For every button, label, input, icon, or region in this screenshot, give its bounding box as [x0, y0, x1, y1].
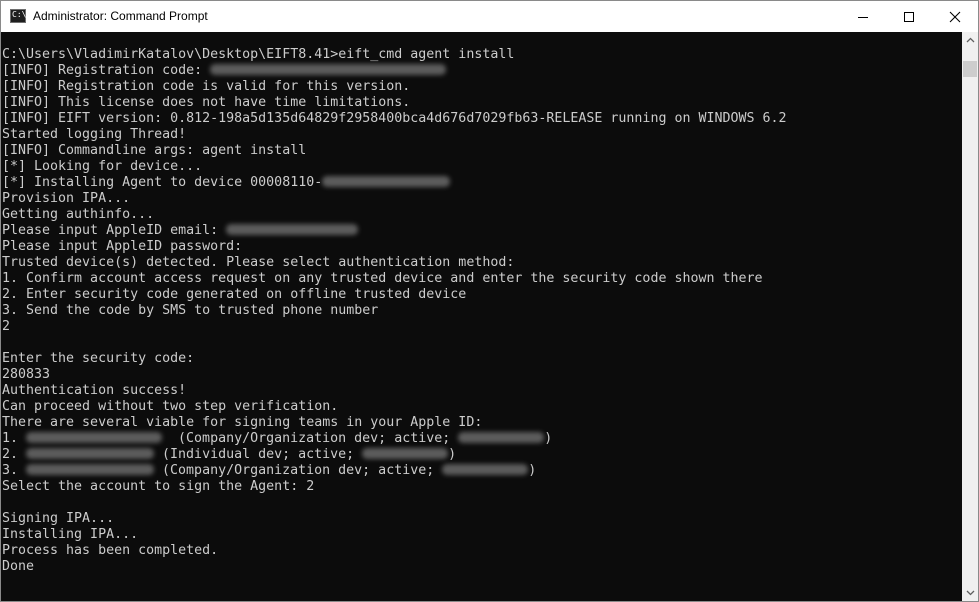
terminal-line: [INFO] Registration code:: [2, 63, 787, 79]
terminal-text: (Company/Organization dev; active;: [154, 463, 443, 478]
terminal-line: Enter the security code:: [2, 351, 787, 367]
terminal-line: Installing IPA...: [2, 527, 787, 543]
redacted-text: [226, 223, 359, 235]
terminal-line: There are several viable for signing tea…: [2, 415, 787, 431]
terminal-line: [*] Installing Agent to device 00008110-: [2, 175, 787, 191]
terminal-text: [INFO] Registration code is valid for th…: [2, 79, 411, 94]
terminal-line: Provision IPA...: [2, 191, 787, 207]
terminal-output: C:\Users\VladimirKatalov\Desktop\EIFT8.4…: [2, 47, 787, 575]
terminal-text: Authentication success!: [2, 383, 187, 398]
terminal-text: Installing IPA...: [2, 527, 139, 542]
terminal-text: Please input AppleID email:: [2, 223, 227, 238]
terminal-text: [INFO] Commandline args: agent install: [2, 143, 307, 158]
terminal-line: Started logging Thread!: [2, 127, 787, 143]
terminal-line: 3. (Company/Organization dev; active; ): [2, 463, 787, 479]
terminal-text: Please input AppleID password:: [2, 239, 243, 254]
terminal-line: Please input AppleID email:: [2, 223, 787, 239]
terminal-line: [*] Looking for device...: [2, 159, 787, 175]
terminal-text: ): [544, 431, 553, 446]
terminal-text: Started logging Thread!: [2, 127, 187, 142]
terminal-text: 2. Enter security code generated on offl…: [2, 287, 467, 302]
redacted-text: [458, 431, 545, 443]
terminal-text: 280833: [2, 367, 51, 382]
terminal-text: Signing IPA...: [2, 511, 115, 526]
redacted-text: [26, 463, 155, 475]
terminal-line: Trusted device(s) detected. Please selec…: [2, 255, 787, 271]
terminal-text: Enter the security code:: [2, 351, 195, 366]
terminal-text: 3. Send the code by SMS to trusted phone…: [2, 303, 379, 318]
chevron-up-icon: [966, 37, 974, 43]
terminal-line: 1. Confirm account access request on any…: [2, 271, 787, 287]
terminal-text: Provision IPA...: [2, 191, 131, 206]
terminal-text: [*] Looking for device...: [2, 159, 203, 174]
terminal-text: Select the account to sign the Agent: 2: [2, 479, 315, 494]
chevron-down-icon: [966, 590, 974, 596]
terminal-text: [INFO] EIFT version: 0.812-198a5d135d648…: [2, 111, 787, 126]
terminal-text: (Individual dev; active;: [154, 447, 363, 462]
terminal-line: Process has been completed.: [2, 543, 787, 559]
terminal-line: 2: [2, 319, 787, 335]
window-title: Administrator: Command Prompt: [33, 9, 208, 23]
terminal-line: 2. (Individual dev; active; ): [2, 447, 787, 463]
terminal-line: [INFO] Commandline args: agent install: [2, 143, 787, 159]
terminal-line: Authentication success!: [2, 383, 787, 399]
terminal-text: There are several viable for signing tea…: [2, 415, 483, 430]
terminal-line: Select the account to sign the Agent: 2: [2, 479, 787, 495]
close-icon: [949, 11, 961, 22]
terminal-line: Can proceed without two step verificatio…: [2, 399, 787, 415]
terminal-line: [INFO] Registration code is valid for th…: [2, 79, 787, 95]
scroll-down-button[interactable]: [962, 585, 978, 601]
maximize-icon: [904, 11, 914, 22]
terminal-text: (Company/Organization dev; active;: [162, 431, 459, 446]
terminal-line: 1. (Company/Organization dev; active; ): [2, 431, 787, 447]
command-prompt-window: C:\ Administrator: Command Prompt C:\Use…: [0, 0, 979, 602]
terminal-text: Done: [2, 559, 35, 574]
terminal-text: [INFO] This license does not have time l…: [2, 95, 411, 110]
terminal-text: 1.: [2, 431, 27, 446]
terminal-line: 3. Send the code by SMS to trusted phone…: [2, 303, 787, 319]
terminal-line: [INFO] EIFT version: 0.812-198a5d135d648…: [2, 111, 787, 127]
title-bar[interactable]: C:\ Administrator: Command Prompt: [1, 1, 978, 32]
scroll-up-button[interactable]: [962, 32, 978, 48]
terminal-text: Can proceed without two step verificatio…: [2, 399, 339, 414]
terminal-text: C:\Users\VladimirKatalov\Desktop\EIFT8.4…: [2, 47, 515, 62]
terminal-text: Trusted device(s) detected. Please selec…: [2, 255, 515, 270]
terminal-line: C:\Users\VladimirKatalov\Desktop\EIFT8.4…: [2, 47, 787, 63]
scrollbar-thumb[interactable]: [963, 61, 977, 77]
vertical-scrollbar[interactable]: [962, 32, 978, 601]
redacted-text: [26, 431, 163, 443]
terminal-area[interactable]: C:\Users\VladimirKatalov\Desktop\EIFT8.4…: [1, 32, 962, 601]
terminal-text: ): [448, 447, 457, 462]
redacted-text: [210, 63, 447, 75]
minimize-button[interactable]: [840, 1, 886, 32]
terminal-text: 2: [2, 319, 11, 334]
terminal-line: Getting authinfo...: [2, 207, 787, 223]
terminal-line: Signing IPA...: [2, 511, 787, 527]
maximize-button[interactable]: [886, 1, 932, 32]
terminal-line: Please input AppleID password:: [2, 239, 787, 255]
terminal-line: [INFO] This license does not have time l…: [2, 95, 787, 111]
terminal-text: Getting authinfo...: [2, 207, 155, 222]
close-button[interactable]: [932, 1, 978, 32]
terminal-text: 1. Confirm account access request on any…: [2, 271, 763, 286]
redacted-text: [322, 175, 451, 187]
terminal-text: [*] Installing Agent to device 00008110-: [2, 175, 323, 190]
terminal-text: Process has been completed.: [2, 543, 219, 558]
command-prompt-icon[interactable]: C:\: [10, 9, 26, 23]
terminal-text: 3.: [2, 463, 27, 478]
minimize-icon: [858, 16, 868, 18]
terminal-line: 2. Enter security code generated on offl…: [2, 287, 787, 303]
terminal-line: 280833: [2, 367, 787, 383]
terminal-line: Done: [2, 559, 787, 575]
terminal-text: ): [528, 463, 537, 478]
redacted-text: [442, 463, 529, 475]
terminal-text: [INFO] Registration code:: [2, 63, 211, 78]
terminal-text: 2.: [2, 447, 27, 462]
redacted-text: [362, 447, 449, 459]
redacted-text: [26, 447, 155, 459]
